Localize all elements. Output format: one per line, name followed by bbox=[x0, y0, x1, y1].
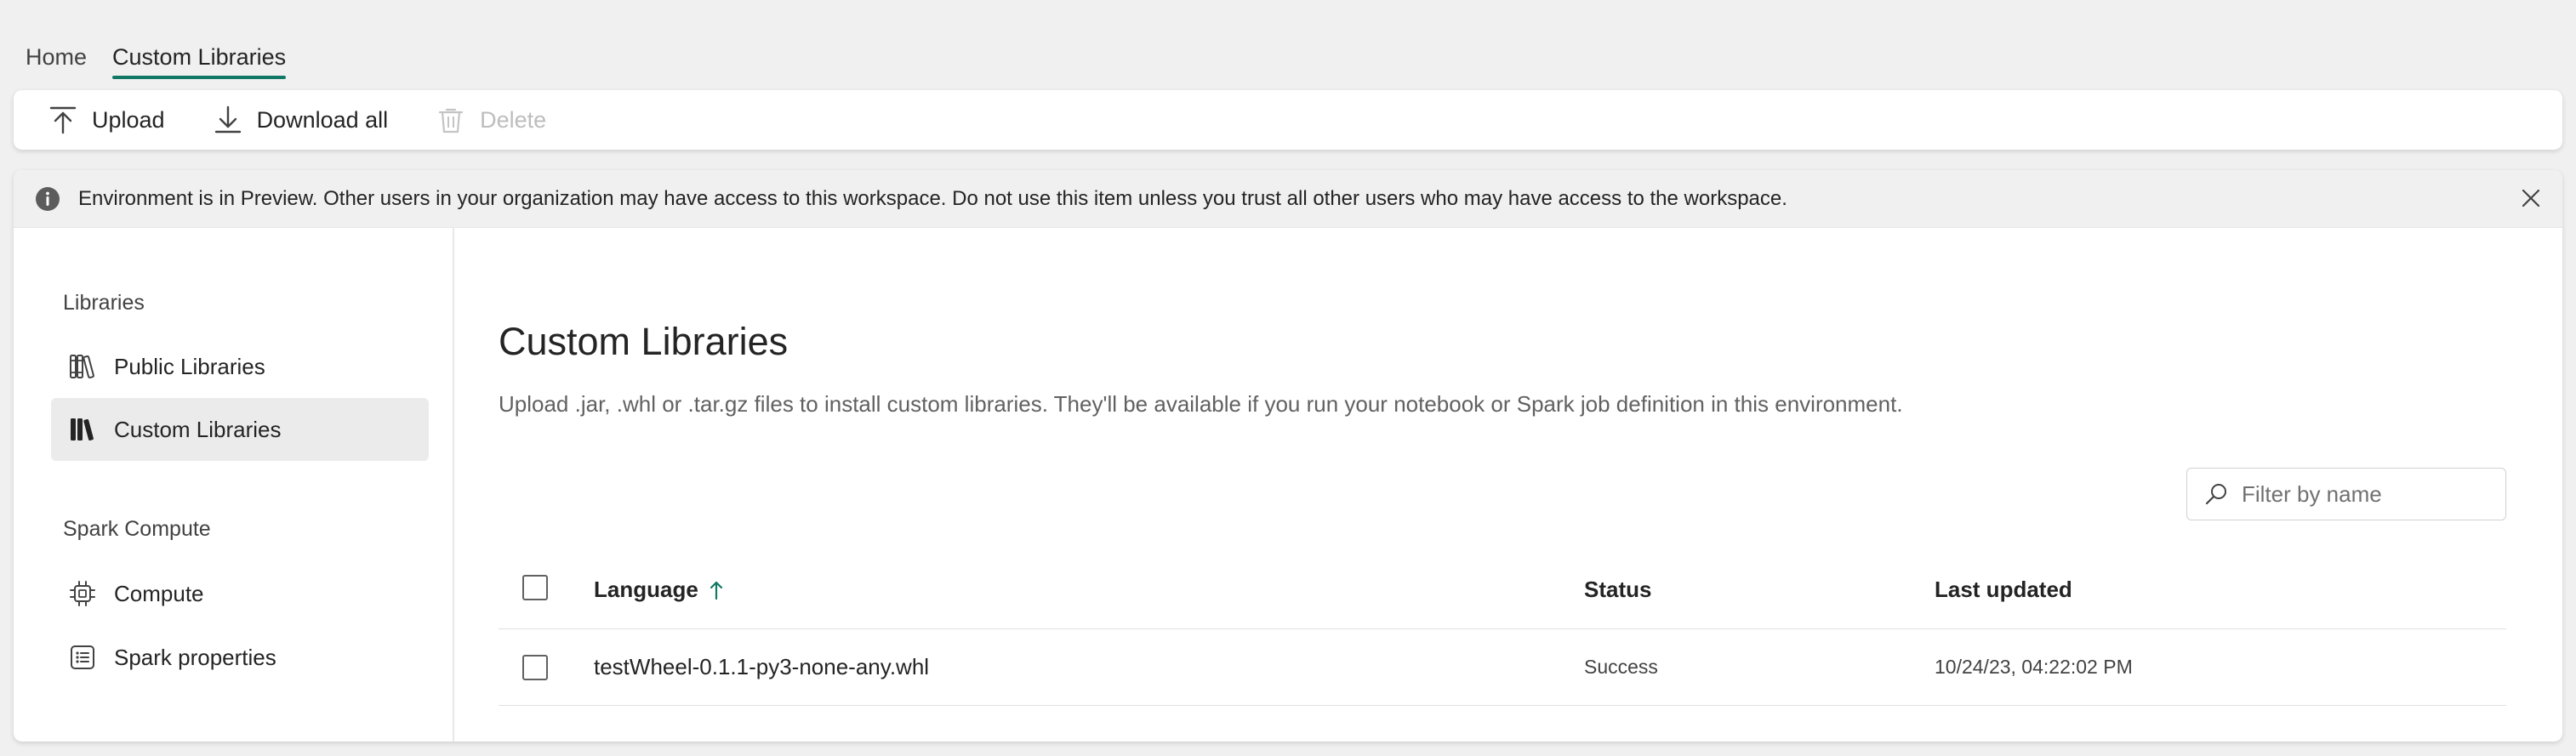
sidebar: Libraries Public Libraries Custom Librar… bbox=[14, 228, 454, 742]
table-header-row: Language Status Last updated bbox=[499, 551, 2506, 629]
main-panel: Environment is in Preview. Other users i… bbox=[14, 170, 2562, 742]
table-row[interactable]: testWheel-0.1.1-py3-none-any.whl Success… bbox=[499, 629, 2506, 706]
sidebar-item-public-libraries[interactable]: Public Libraries bbox=[51, 335, 429, 398]
library-last-updated: 10/24/23, 04:22:02 PM bbox=[1935, 656, 2133, 678]
column-header-last-updated[interactable]: Last updated bbox=[1935, 551, 2072, 628]
sidebar-item-spark-properties[interactable]: Spark properties bbox=[51, 626, 429, 689]
spark-compute-section-label: Spark Compute bbox=[63, 517, 211, 541]
library-name: testWheel-0.1.1-py3-none-any.whl bbox=[594, 654, 930, 679]
delete-label: Delete bbox=[480, 106, 547, 133]
upload-button[interactable]: Upload bbox=[48, 105, 165, 135]
search-icon bbox=[2205, 484, 2226, 505]
sort-ascending-icon bbox=[710, 581, 722, 600]
tab-home[interactable]: Home bbox=[26, 41, 87, 79]
libraries-section-label: Libraries bbox=[63, 291, 145, 315]
download-all-label: Download all bbox=[256, 106, 389, 133]
sidebar-item-compute[interactable]: Compute bbox=[51, 562, 429, 625]
books-filled-icon bbox=[71, 418, 94, 441]
page-description: Upload .jar, .whl or .tar.gz files to in… bbox=[499, 391, 1903, 417]
sidebar-item-label: Public Libraries bbox=[114, 353, 265, 379]
filter-box[interactable] bbox=[2186, 468, 2506, 520]
column-header-status[interactable]: Status bbox=[1584, 551, 1651, 628]
delete-button[interactable]: Delete bbox=[436, 105, 546, 135]
sidebar-item-custom-libraries[interactable]: Custom Libraries bbox=[51, 398, 429, 461]
trash-icon bbox=[439, 108, 464, 134]
tab-custom-libraries[interactable]: Custom Libraries bbox=[112, 41, 287, 79]
banner-message: Environment is in Preview. Other users i… bbox=[78, 186, 1787, 210]
sidebar-item-label: Custom Libraries bbox=[114, 416, 282, 442]
chip-icon bbox=[70, 581, 95, 606]
filter-input[interactable] bbox=[2242, 480, 2497, 508]
books-icon bbox=[70, 355, 94, 378]
tab-bar: Home Custom Libraries bbox=[26, 41, 311, 79]
library-status: Success bbox=[1584, 656, 1658, 678]
page-title: Custom Libraries bbox=[499, 320, 789, 363]
sidebar-item-label: Compute bbox=[114, 580, 204, 606]
column-header-language-label: Language bbox=[594, 577, 698, 602]
upload-icon bbox=[49, 106, 77, 134]
select-all-checkbox[interactable] bbox=[522, 575, 548, 600]
upload-label: Upload bbox=[92, 106, 165, 133]
download-icon bbox=[214, 105, 241, 134]
libraries-table: Language Status Last updated testWheel-0… bbox=[499, 551, 2506, 706]
download-all-button[interactable]: Download all bbox=[213, 105, 389, 135]
info-icon bbox=[36, 186, 60, 211]
column-header-language[interactable]: Language bbox=[594, 551, 726, 628]
close-icon[interactable] bbox=[2518, 185, 2544, 211]
list-icon bbox=[71, 645, 94, 669]
toolbar: Upload Download all Delete bbox=[14, 90, 2562, 150]
content-area: Custom Libraries Upload .jar, .whl or .t… bbox=[499, 228, 2562, 742]
preview-banner: Environment is in Preview. Other users i… bbox=[14, 170, 2562, 228]
sidebar-item-label: Spark properties bbox=[114, 644, 276, 670]
row-checkbox[interactable] bbox=[522, 655, 548, 680]
